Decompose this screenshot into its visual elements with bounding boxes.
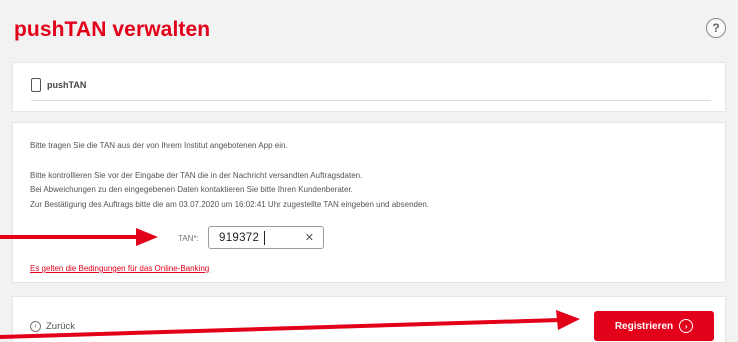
smartphone-icon [31,78,41,92]
tan-label: TAN*: [178,234,199,243]
page-title: pushTAN verwalten [14,18,211,41]
instruction-text: Bitte tragen Sie die TAN aus der von Ihr… [30,141,288,150]
back-label: Zurück [46,321,76,332]
text-cursor [264,231,265,245]
chevron-left-icon: ‹ [30,321,41,332]
divider [31,100,711,101]
back-button[interactable]: ‹ Zurück [30,321,75,332]
tan-method-label: pushTAN [47,80,87,90]
tan-input[interactable]: 919372 ✕ [208,226,324,249]
chevron-right-icon: › [679,319,694,333]
instruction-text: Bei Abweichungen zu den eingegebenen Dat… [30,185,353,194]
tan-entry-card: Bitte tragen Sie die TAN aus der von Ihr… [12,122,726,283]
tan-method-option[interactable]: pushTAN [31,78,86,92]
register-label: Registrieren [614,320,674,332]
instruction-text: Bitte kontrollieren Sie vor der Eingabe … [30,171,363,180]
footer-card: ‹ Zurück Registrieren › [12,296,726,342]
header: pushTAN verwalten ? [12,18,726,48]
register-button[interactable]: Registrieren › [594,311,714,341]
tan-method-card: pushTAN [12,62,726,112]
tan-input-value: 919372 [219,232,260,244]
conditions-link[interactable]: Es gelten die Bedingungen für das Online… [30,264,209,273]
instruction-text: Zur Bestätigung des Auftrags bitte die a… [30,200,430,209]
help-icon[interactable]: ? [706,18,726,38]
clear-icon[interactable]: ✕ [305,231,314,244]
